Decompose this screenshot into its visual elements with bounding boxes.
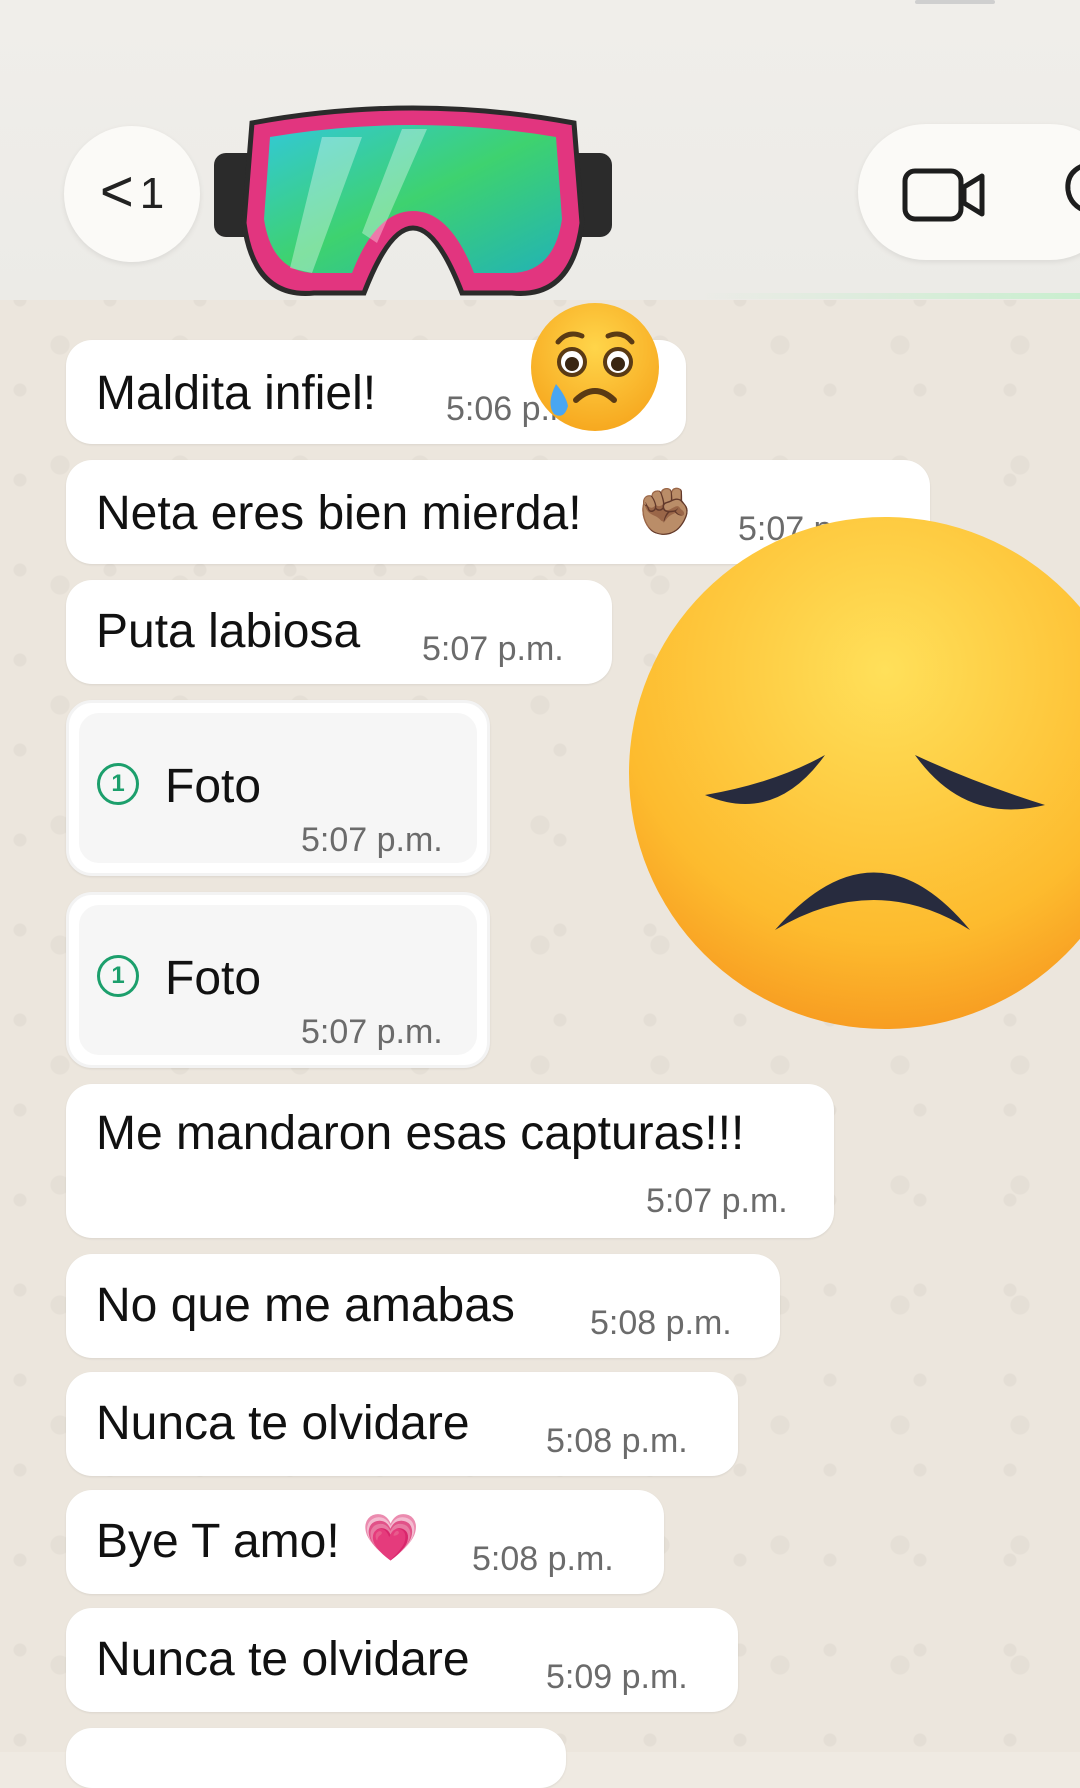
unread-count: 1 bbox=[139, 169, 165, 218]
message-text: Bye T amo! bbox=[96, 1515, 340, 1568]
message-time: 5:07 p.m. bbox=[422, 630, 564, 668]
video-call-icon[interactable] bbox=[902, 168, 986, 222]
disappointed-face-sticker bbox=[629, 517, 1080, 1029]
message-text: Foto bbox=[165, 952, 262, 1005]
message-time: 5:07 p.m. bbox=[301, 821, 443, 859]
back-chevron-icon: < bbox=[99, 159, 134, 224]
message-text: Me mandaron esas capturas!!! bbox=[96, 1107, 745, 1160]
message-bubble[interactable]: Nunca te olvidare 5:09 p.m. bbox=[66, 1608, 738, 1712]
message-bubble-partial bbox=[66, 1728, 566, 1788]
heart-emoji: 💗 bbox=[362, 1511, 420, 1563]
photo-message-bubble[interactable]: 1 Foto 5:07 p.m. bbox=[66, 700, 490, 876]
message-text: Neta eres bien mierda! bbox=[96, 487, 582, 540]
message-bubble[interactable]: Nunca te olvidare 5:08 p.m. bbox=[66, 1372, 738, 1476]
message-time: 5:07 p.m. bbox=[301, 1013, 443, 1051]
message-time: 5:08 p.m. bbox=[546, 1422, 688, 1460]
message-time: 5:07 p.m. bbox=[646, 1182, 788, 1220]
back-button[interactable]: < 1 bbox=[64, 126, 200, 262]
message-text: Nunca te olvidare bbox=[96, 1397, 470, 1450]
message-text: Puta labiosa bbox=[96, 605, 361, 658]
message-time: 5:09 p.m. bbox=[546, 1658, 688, 1696]
message-text: Nunca te olvidare bbox=[96, 1633, 470, 1686]
message-bubble[interactable]: No que me amabas 5:08 p.m. bbox=[66, 1254, 780, 1358]
view-once-icon: 1 bbox=[97, 955, 139, 997]
goggles-emoji-avatar[interactable] bbox=[212, 103, 614, 303]
message-bubble[interactable]: Me mandaron esas capturas!!! 5:07 p.m. bbox=[66, 1084, 834, 1238]
phone-call-icon[interactable] bbox=[1062, 160, 1080, 216]
header-divider bbox=[700, 293, 1080, 299]
message-bubble[interactable]: Puta labiosa 5:07 p.m. bbox=[66, 580, 612, 684]
message-time: 5:08 p.m. bbox=[472, 1540, 614, 1578]
crying-face-sticker bbox=[531, 303, 659, 431]
message-time: 5:08 p.m. bbox=[590, 1304, 732, 1342]
status-bar-indicator bbox=[915, 0, 995, 4]
photo-message-bubble[interactable]: 1 Foto 5:07 p.m. bbox=[66, 892, 490, 1068]
message-text: Foto bbox=[165, 760, 262, 813]
message-bubble[interactable]: Bye T amo! 💗 5:08 p.m. bbox=[66, 1490, 664, 1594]
message-text: No que me amabas bbox=[96, 1279, 515, 1332]
message-text: Maldita infiel! bbox=[96, 367, 377, 420]
view-once-icon: 1 bbox=[97, 763, 139, 805]
